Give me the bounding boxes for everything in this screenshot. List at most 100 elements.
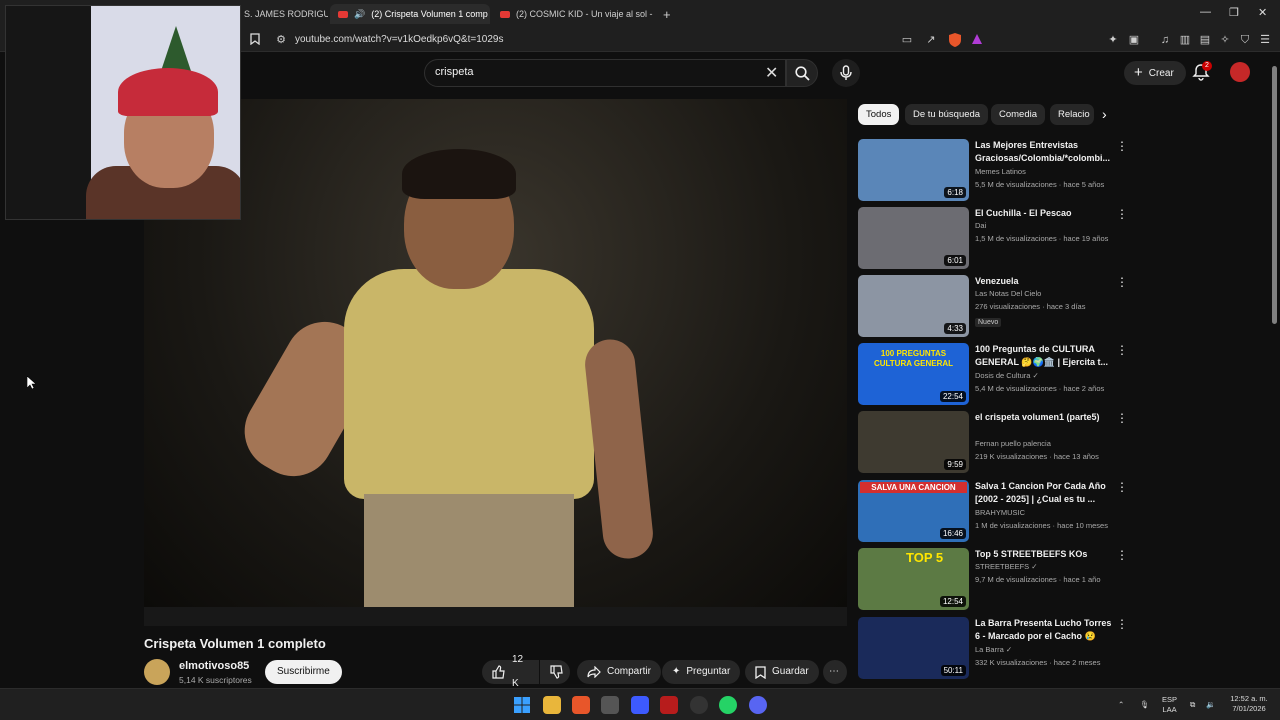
recommendation-title[interactable]: El Cuchilla - El Pescao — [975, 207, 1113, 220]
account-avatar[interactable] — [1230, 62, 1250, 82]
recommendation-title[interactable]: Venezuela — [975, 275, 1113, 288]
recommendation-item[interactable]: 22:54 100 PREGUNTAS CULTURA GENERAL 100 Pr… — [858, 343, 1138, 407]
video-thumbnail[interactable]: 6:01 — [858, 207, 969, 269]
recommendation-channel[interactable]: Dosis de Cultura ✓ — [975, 371, 1039, 380]
menu-icon[interactable]: ☰ — [1258, 33, 1272, 47]
recommendation-item[interactable]: 9:59 el crispeta volumen1 (parte5) Fernan … — [858, 411, 1138, 475]
recommendation-title[interactable]: Las Mejores Entrevistas Graciosas/Colomb… — [975, 139, 1113, 165]
video-thumbnail[interactable]: 4:33 — [858, 275, 969, 337]
more-vertical-icon[interactable]: ⋮ — [1116, 207, 1128, 221]
url-field[interactable]: youtube.com/watch?v=v1kOedkp6vQ&t=1029s — [295, 34, 503, 45]
clock[interactable]: 12:52 a. m. 7/01/2026 — [1226, 694, 1272, 714]
more-vertical-icon[interactable]: ⋮ — [1116, 480, 1128, 494]
more-vertical-icon[interactable]: ⋮ — [1116, 548, 1128, 562]
recommendation-channel[interactable]: BRAHYMUSIC — [975, 508, 1025, 517]
channel-name[interactable]: elmotivoso85 — [179, 660, 249, 672]
minimize-icon[interactable]: — — [1200, 6, 1211, 18]
language-indicator[interactable]: ESP LAA — [1162, 695, 1177, 715]
recommendation-channel[interactable]: Dai — [975, 221, 986, 230]
chip-de-tu-busqueda[interactable]: De tu búsqueda — [905, 104, 989, 125]
file-explorer-icon[interactable] — [543, 696, 561, 714]
video-thumbnail[interactable]: 12:54 TOP 5 — [858, 548, 969, 610]
recommendation-item[interactable]: 6:01 El Cuchilla - El Pescao Dai 1,5 M de v… — [858, 207, 1138, 271]
video-player[interactable] — [144, 99, 847, 626]
chip-comedia[interactable]: Comedia — [991, 104, 1046, 125]
cast-icon[interactable]: ▭ — [900, 33, 914, 47]
discord-icon[interactable] — [749, 696, 767, 714]
more-vertical-icon[interactable]: ⋮ — [1116, 139, 1128, 153]
microphone-tray-icon[interactable]: 🎙 — [1140, 700, 1150, 710]
video-thumbnail[interactable]: 22:54 100 PREGUNTAS CULTURA GENERAL — [858, 343, 969, 405]
tray-expand-icon[interactable]: ⌃ — [1118, 700, 1124, 710]
recommendation-title[interactable]: 100 Preguntas de CULTURA GENERAL 🤔🌍🏛️ | … — [975, 343, 1113, 369]
network-icon[interactable]: ⧉ — [1190, 700, 1195, 710]
like-button[interactable]: 12 K — [482, 654, 539, 689]
recommendation-item[interactable]: 6:18 Las Mejores Entrevistas Graciosas/Co… — [858, 139, 1138, 203]
recommendation-channel[interactable]: Memes Latinos — [975, 167, 1026, 176]
subscribe-button[interactable]: Suscribirme — [265, 660, 342, 684]
recommendation-channel[interactable]: Fernan puello palencia — [975, 439, 1051, 448]
store-icon[interactable] — [601, 696, 619, 714]
game-app-icon[interactable] — [631, 696, 649, 714]
vpn-icon[interactable]: ⛉ — [1238, 33, 1252, 47]
tab-james-rodriguez[interactable]: S. JAMES RODRIGUEZ — [244, 4, 328, 24]
dislike-button[interactable] — [540, 660, 570, 684]
recommendation-item[interactable]: 4:33 Venezuela Las Notas Del Cielo 276 visu… — [858, 275, 1138, 339]
netflix-icon[interactable] — [660, 696, 678, 714]
search-box[interactable]: ✕ — [424, 59, 786, 87]
bookmark-icon[interactable] — [248, 33, 262, 47]
recommendation-title[interactable]: Salva 1 Cancion Por Cada Año [2002 - 202… — [975, 480, 1113, 506]
tab-cosmic-kid[interactable]: (2) COSMIC KID - Un viaje al sol - Yo — [500, 4, 655, 24]
chip-todos[interactable]: Todos — [858, 104, 900, 125]
recommendation-channel[interactable]: Las Notas Del Cielo — [975, 289, 1041, 298]
brave-shield-icon[interactable] — [948, 33, 962, 47]
recommendation-title[interactable]: La Barra Presenta Lucho Torres 6 - Marca… — [975, 617, 1113, 643]
search-button[interactable] — [786, 59, 818, 87]
video-thumbnail[interactable]: 16:46 SALVA UNA CANCION — [858, 480, 969, 542]
recommendation-title[interactable]: el crispeta volumen1 (parte5) — [975, 411, 1113, 424]
create-button[interactable]: + Crear — [1124, 61, 1186, 85]
extensions-icon[interactable]: ✦ — [1106, 33, 1120, 47]
new-tab-button[interactable]: + — [663, 4, 671, 24]
recommendation-title[interactable]: Top 5 STREETBEEFS KOs — [975, 548, 1113, 561]
music-icon[interactable]: ♫ — [1158, 33, 1172, 47]
recommendation-channel[interactable]: La Barra ✓ — [975, 645, 1012, 654]
clear-search-icon[interactable]: ✕ — [765, 63, 778, 83]
leo-ai-icon[interactable]: ✧ — [1218, 33, 1232, 47]
more-vertical-icon[interactable]: ⋮ — [1116, 411, 1128, 425]
channel-avatar[interactable] — [144, 659, 170, 685]
sidebar-icon[interactable]: ▥ — [1178, 33, 1192, 47]
tab-crispeta[interactable]: 🔊 (2) Crispeta Volumen 1 comp ✕ — [330, 4, 490, 24]
more-vertical-icon[interactable]: ⋮ — [1116, 617, 1128, 631]
share-icon[interactable]: ↗ — [924, 33, 938, 47]
chevron-right-icon[interactable]: › — [1102, 106, 1107, 122]
close-window-icon[interactable]: ✕ — [1258, 6, 1267, 19]
recommendation-item[interactable]: 12:54 TOP 5 Top 5 STREETBEEFS KOs STREETBEE… — [858, 548, 1138, 612]
chip-relacionados[interactable]: Relacio — [1050, 104, 1094, 125]
scrollbar-thumb[interactable] — [1272, 66, 1277, 324]
save-button[interactable]: Guardar — [745, 660, 819, 684]
recommendation-item[interactable]: 16:46 SALVA UNA CANCION Salva 1 Cancion Po… — [858, 480, 1138, 544]
chatgpt-icon[interactable] — [690, 696, 708, 714]
whatsapp-icon[interactable] — [719, 696, 737, 714]
more-actions-button[interactable]: ⋯ — [823, 660, 847, 684]
brave-rewards-icon[interactable] — [970, 33, 984, 47]
volume-icon[interactable]: 🔉 — [1206, 700, 1215, 710]
recommendation-channel[interactable]: STREETBEEFS ✓ — [975, 562, 1038, 571]
restore-icon[interactable]: ❐ — [1229, 6, 1239, 19]
brave-browser-icon[interactable] — [572, 696, 590, 714]
more-vertical-icon[interactable]: ⋮ — [1116, 275, 1128, 289]
share-button[interactable]: Compartir — [577, 660, 661, 684]
screenshot-icon[interactable]: ▣ — [1127, 33, 1141, 47]
video-thumbnail[interactable]: 6:18 — [858, 139, 969, 201]
video-thumbnail[interactable]: 9:59 — [858, 411, 969, 473]
voice-search-button[interactable] — [832, 59, 860, 87]
recommendation-item[interactable]: 50:11 La Barra Presenta Lucho Torres 6 - … — [858, 617, 1138, 681]
windows-start-icon[interactable] — [514, 697, 530, 713]
more-vertical-icon[interactable]: ⋮ — [1116, 343, 1128, 357]
wallet-icon[interactable]: ▤ — [1198, 33, 1212, 47]
search-input[interactable] — [435, 66, 735, 78]
ask-button[interactable]: ✦ Preguntar — [662, 660, 741, 684]
site-settings-icon[interactable]: ⚙ — [274, 33, 288, 47]
video-thumbnail[interactable]: 50:11 — [858, 617, 969, 679]
